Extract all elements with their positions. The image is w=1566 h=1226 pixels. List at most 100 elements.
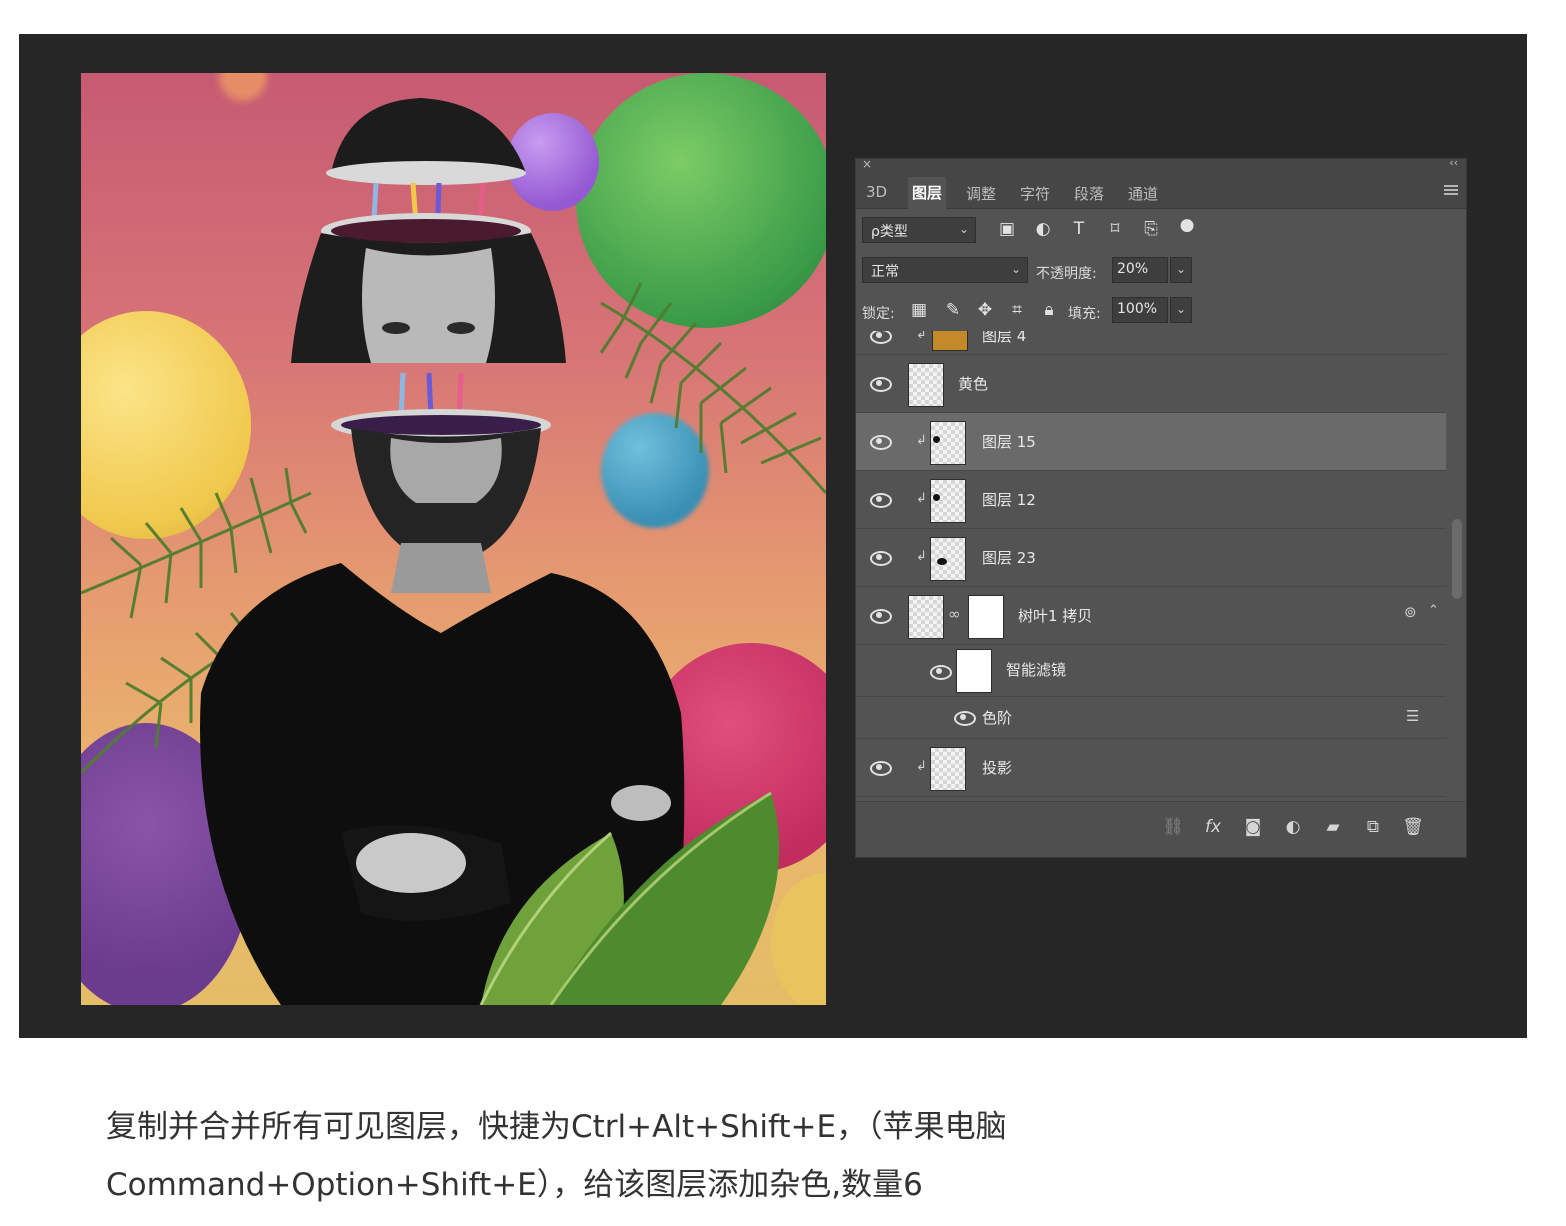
caption-line-1: 复制并合并所有可见图层，快捷为Ctrl+Alt+Shift+E，（苹果电脑 — [106, 1109, 1007, 1145]
link-layers-icon[interactable]: ⛓︎ — [1162, 817, 1184, 837]
adjustment-filter-icon[interactable]: ◐ — [1032, 219, 1054, 239]
tab-3d[interactable]: 3D — [862, 183, 891, 209]
pixel-filter-icon[interactable]: ▣ — [996, 219, 1018, 239]
tab-layers[interactable]: 图层 — [908, 177, 947, 209]
layer-filter-select[interactable]: ρ类型 ⌄ — [862, 217, 976, 243]
artwork-canvas — [81, 73, 826, 1005]
filter-options-icon[interactable]: ☰ — [1406, 707, 1419, 725]
layers-panel: × ‹‹ 3D 图层 调整 字符 段落 通道 ρ类型 ⌄ ▣ ◐ T ⌑ ⎘ ●… — [855, 156, 1467, 858]
trash-icon[interactable]: 🗑︎ — [1402, 817, 1424, 837]
layer-thumbnail — [908, 363, 944, 407]
blend-mode-select[interactable]: 正常 ⌄ — [862, 257, 1028, 283]
smart-filter-row[interactable]: 智能滤镜 — [856, 645, 1446, 697]
layer-name: 树叶1 拷贝 — [1018, 607, 1093, 625]
lock-position-icon[interactable]: ✥ — [974, 300, 996, 320]
fx-icon[interactable]: fx — [1202, 817, 1224, 837]
tab-paragraph[interactable]: 段落 — [1070, 183, 1108, 209]
caption: 复制并合并所有可见图层，快捷为Ctrl+Alt+Shift+E，（苹果电脑 Co… — [106, 1098, 1406, 1214]
eye-icon[interactable] — [870, 493, 892, 508]
layers-list: ↲ 图层 4 黄色 ↲ 图层 15 ↲ 图层 12 ↲ 图层 23 ∞ 树叶1 … — [856, 331, 1446, 809]
layer-thumbnail — [930, 479, 966, 523]
collapse-effects-icon[interactable]: ⌃ — [1428, 603, 1439, 618]
smart-filter-mask-thumbnail — [956, 649, 992, 693]
new-layer-icon[interactable]: ⧉ — [1362, 817, 1384, 837]
collapse-icon[interactable]: ‹‹ — [1449, 156, 1458, 169]
layer-thumbnail — [908, 595, 944, 639]
adjustment-layer-icon[interactable]: ◐ — [1282, 817, 1304, 837]
chevron-down-icon: ⌄ — [1010, 262, 1021, 276]
type-filter-icon[interactable]: T — [1068, 219, 1090, 239]
fill-label: 填充: — [1068, 306, 1101, 322]
add-mask-icon[interactable]: ◙ — [1242, 817, 1264, 837]
eye-icon[interactable] — [954, 711, 976, 726]
clip-arrow-icon: ↲ — [916, 549, 927, 564]
chevron-down-icon: ⌄ — [958, 222, 969, 236]
lock-transparent-icon[interactable]: ▦ — [908, 300, 930, 320]
opacity-input[interactable]: 20% — [1112, 257, 1168, 283]
layer-thumbnail — [930, 537, 966, 581]
eye-icon[interactable] — [870, 609, 892, 624]
tab-channels[interactable]: 通道 — [1124, 183, 1162, 209]
layer-name: 图层 23 — [982, 549, 1036, 567]
layer-row[interactable]: ∞ 树叶1 拷贝 ⊚ ⌃ — [856, 587, 1446, 645]
filter-toggle-icon[interactable]: ● — [1176, 215, 1198, 235]
eye-icon[interactable] — [870, 551, 892, 566]
layer-name: 黄色 — [958, 375, 989, 393]
clip-arrow-icon: ↲ — [916, 491, 927, 506]
layer-row[interactable]: ↲ 图层 4 — [856, 331, 1446, 355]
layer-name: 图层 15 — [982, 433, 1036, 451]
opacity-label: 不透明度: — [1036, 266, 1097, 282]
person-figure — [200, 98, 780, 1005]
layer-row[interactable]: ↲ 图层 23 — [856, 529, 1446, 587]
chevron-down-icon: ⌄ — [1175, 262, 1186, 276]
fill-input[interactable]: 100% — [1112, 297, 1168, 323]
caption-line-2: Command+Option+Shift+E），给该图层添加杂色,数量6 — [106, 1167, 923, 1203]
opacity-value: 20% — [1117, 261, 1149, 277]
layer-mask-thumbnail — [968, 595, 1004, 639]
photoshop-screenshot: × ‹‹ 3D 图层 调整 字符 段落 通道 ρ类型 ⌄ ▣ ◐ T ⌑ ⎘ ●… — [19, 34, 1527, 1038]
layer-row-selected[interactable]: ↲ 图层 15 — [856, 413, 1446, 471]
panel-tabbar: 3D 图层 调整 字符 段落 通道 — [856, 173, 1466, 209]
layer-name: 图层 4 — [982, 331, 1027, 345]
smart-object-icon: ⊚ — [1404, 603, 1417, 621]
layer-row[interactable]: ↲ 投影 — [856, 739, 1446, 797]
eye-icon[interactable] — [930, 665, 952, 680]
blend-mode-value: 正常 — [871, 264, 899, 280]
layer-thumbnail — [932, 331, 968, 351]
eye-icon[interactable] — [870, 435, 892, 450]
shape-filter-icon[interactable]: ⌑ — [1104, 219, 1126, 239]
smart-filter-name: 智能滤镜 — [1006, 661, 1067, 679]
eye-icon[interactable] — [870, 377, 892, 392]
clip-arrow-icon: ↲ — [916, 331, 927, 342]
layer-name: 图层 12 — [982, 491, 1036, 509]
folder-icon[interactable]: ▰ — [1322, 817, 1344, 837]
chevron-down-icon: ⌄ — [1175, 302, 1186, 316]
fill-value: 100% — [1117, 301, 1158, 317]
panel-bottombar: ⛓︎ fx ◙ ◐ ▰ ⧉ 🗑︎ — [856, 801, 1466, 857]
layer-row[interactable]: 黄色 — [856, 355, 1446, 413]
eye-icon[interactable] — [870, 761, 892, 776]
panel-topbar: × ‹‹ — [856, 156, 1466, 173]
filter-name: 色阶 — [982, 709, 1013, 727]
smart-object-filter-icon[interactable]: ⎘ — [1140, 219, 1162, 239]
layer-name: 投影 — [982, 759, 1013, 777]
close-icon[interactable]: × — [862, 157, 872, 171]
lock-all-icon[interactable]: 🔒︎ — [1038, 300, 1060, 320]
opacity-dropdown[interactable]: ⌄ — [1170, 257, 1192, 283]
fill-dropdown[interactable]: ⌄ — [1170, 297, 1192, 323]
filter-row[interactable]: 色阶 ☰ — [856, 697, 1446, 739]
layer-row[interactable]: ↲ 图层 12 — [856, 471, 1446, 529]
lock-label: 锁定: — [862, 306, 895, 322]
tab-character[interactable]: 字符 — [1016, 183, 1054, 209]
link-icon[interactable]: ∞ — [948, 605, 961, 623]
panel-menu-icon[interactable] — [1444, 185, 1458, 195]
lock-image-icon[interactable]: ✎ — [942, 300, 964, 320]
layer-thumbnail — [930, 421, 966, 465]
eye-icon[interactable] — [870, 331, 892, 344]
lock-artboard-icon[interactable]: ⌗ — [1006, 300, 1028, 320]
filter-label: ρ类型 — [871, 224, 908, 240]
layers-scrollbar[interactable] — [1452, 519, 1462, 599]
tab-adjustments[interactable]: 调整 — [962, 183, 1000, 209]
layer-thumbnail — [930, 747, 966, 791]
clip-arrow-icon: ↲ — [916, 759, 927, 774]
